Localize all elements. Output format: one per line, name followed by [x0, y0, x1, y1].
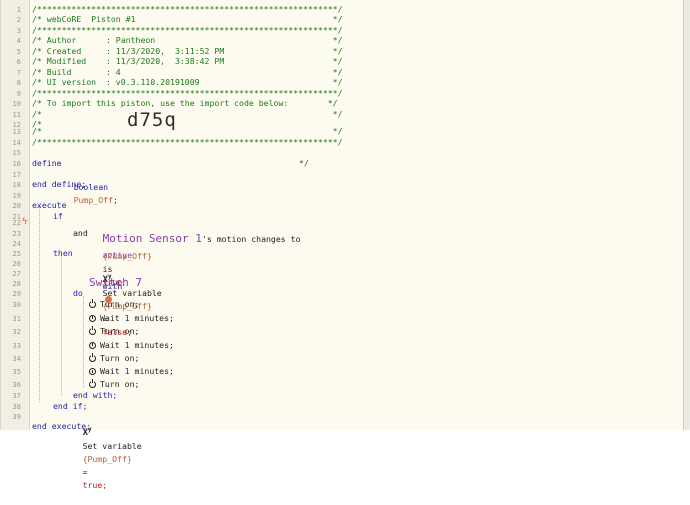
power-icon: [89, 299, 96, 308]
turn-on-command[interactable]: Turn on;: [100, 326, 139, 336]
code-line-18: end define;: [1, 178, 685, 191]
header-border: /***************************************…: [32, 136, 343, 147]
end-define: end define;: [32, 179, 87, 189]
piston-code-editor: 1 2 3 4 5 6 7 8 9 10 11 12 13 14 15 16 17 18 19 20 21 22 23 24 2…: [0, 0, 690, 490]
wait-command[interactable]: Wait: [100, 340, 120, 350]
code-line-33: Wait 1 minutes;: [1, 339, 685, 352]
wait-unit: minutes;: [134, 339, 174, 350]
wait-number[interactable]: 1: [125, 313, 130, 323]
power-icon: [89, 353, 96, 362]
code-line-40: end execute;: [1, 420, 685, 433]
turn-on-command[interactable]: Turn on;: [100, 353, 139, 363]
turn-on-command[interactable]: Turn on;: [100, 299, 139, 309]
set-variable-value[interactable]: true;: [83, 480, 108, 490]
wait-command[interactable]: Wait: [100, 366, 120, 376]
clock-icon: [89, 341, 96, 349]
set-variable-target[interactable]: {Pump_Off}: [83, 454, 132, 464]
wait-unit: minutes;: [134, 366, 174, 376]
power-icon: [89, 379, 96, 388]
code-line-35: Wait 1 minutes;: [1, 365, 685, 378]
code-line-32: Turn on;: [1, 325, 685, 338]
turn-on-command[interactable]: Turn on;: [100, 379, 139, 389]
set-variable-label[interactable]: Set variable: [83, 441, 142, 451]
wait-number[interactable]: 1: [125, 366, 130, 376]
clock-icon: [89, 314, 96, 322]
code-line-31: Wait 1 minutes;: [1, 312, 685, 325]
power-icon: [89, 326, 96, 335]
code-line-14: /***************************************…: [1, 136, 685, 149]
equals: =: [82, 466, 88, 477]
clock-icon: [89, 368, 96, 375]
code-line-30: Turn on;: [1, 298, 685, 311]
wait-command[interactable]: Wait: [100, 313, 120, 323]
end-execute: end execute;: [32, 421, 92, 431]
wait-unit: minutes;: [134, 312, 174, 323]
wait-number[interactable]: 1: [125, 340, 130, 350]
code-line-34: Turn on;: [1, 352, 685, 365]
